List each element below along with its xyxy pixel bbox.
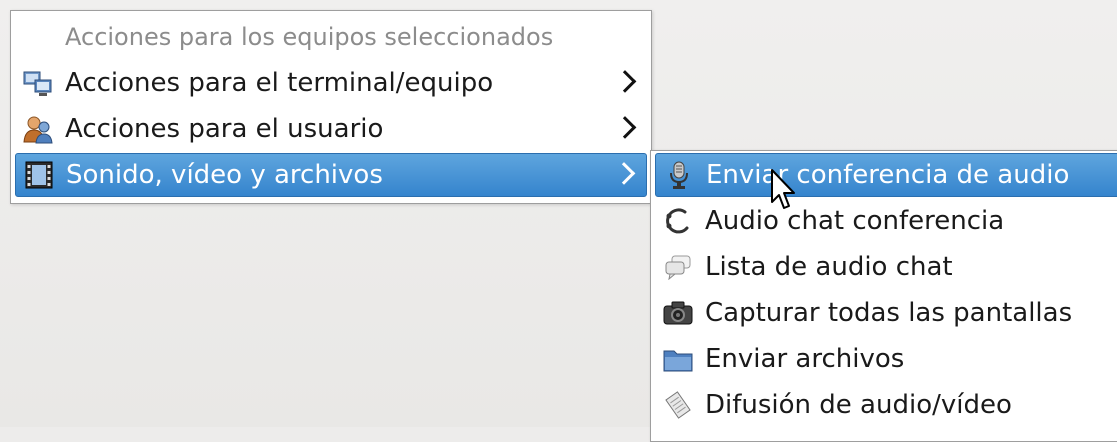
microphone-icon [664, 160, 694, 190]
chat-bubbles-icon [663, 252, 693, 282]
audio-chat-icon [663, 206, 693, 236]
submenu-item-label: Enviar archivos [705, 344, 905, 374]
context-menu: Acciones para los equipos seleccionados … [10, 10, 652, 204]
submenu-item-audio-video-broadcast[interactable]: Difusión de audio/vídeo [655, 383, 1117, 427]
submenu-item-label: Difusión de audio/vídeo [705, 390, 1012, 420]
menu-item-label: Acciones para el usuario [65, 114, 384, 144]
menu-item-user-actions[interactable]: Acciones para el usuario [15, 107, 647, 151]
arrow-pointer-icon [771, 169, 795, 209]
submenu-item-label: Audio chat conferencia [705, 206, 1005, 236]
folder-icon [663, 344, 693, 374]
chevron-right-icon [613, 116, 637, 139]
menu-header-label: Acciones para los equipos seleccionados [65, 23, 554, 51]
menu-item-label: Sonido, vídeo y archivos [66, 160, 383, 190]
film-icon [24, 160, 54, 190]
submenu-item-audio-chat-list[interactable]: Lista de audio chat [655, 245, 1117, 289]
menu-item-sound-video-files[interactable]: Sonido, vídeo y archivos [15, 153, 647, 197]
submenu-item-capture-all-screens[interactable]: Capturar todas las pantallas [655, 291, 1117, 335]
submenu-item-label: Lista de audio chat [705, 252, 953, 282]
submenu-item-label: Enviar conferencia de audio [706, 160, 1070, 190]
submenu-item-label: Capturar todas las pantallas [705, 298, 1073, 328]
menu-item-terminal-actions[interactable]: Acciones para el terminal/equipo [15, 61, 647, 105]
camera-icon [663, 298, 693, 328]
submenu-item-send-audio-conference[interactable]: Enviar conferencia de audio [655, 153, 1117, 197]
submenu-item-audio-chat-conference[interactable]: Audio chat conferencia [655, 199, 1117, 243]
menu-item-label: Acciones para el terminal/equipo [65, 68, 494, 98]
chevron-right-icon [612, 162, 636, 185]
submenu-item-send-files[interactable]: Enviar archivos [655, 337, 1117, 381]
broadcast-icon [663, 390, 693, 420]
computers-icon [23, 68, 53, 98]
menu-header: Acciones para los equipos seleccionados [15, 15, 647, 59]
chevron-right-icon [613, 70, 637, 93]
user-icon [23, 114, 53, 144]
submenu: Enviar conferencia de audio Audio chat c… [650, 150, 1117, 442]
